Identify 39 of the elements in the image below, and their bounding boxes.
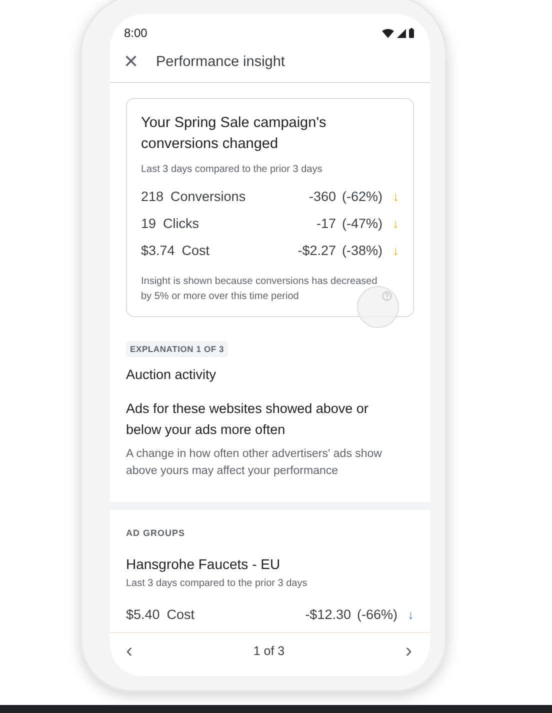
metric-change: -$2.27 <box>298 243 336 258</box>
down-arrow-icon: ↓ <box>392 243 399 258</box>
metric-label: Conversions <box>170 189 247 204</box>
metric-percent: (-47%) <box>342 216 382 231</box>
explanation-badge: EXPLANATION 1 OF 3 <box>126 341 228 357</box>
ad-group-subtitle: Last 3 days compared to the prior 3 days <box>126 578 308 589</box>
metric-value: $3.74 <box>141 243 175 258</box>
metric-change: -360 <box>308 189 336 204</box>
metric-percent: (-62%) <box>342 189 382 204</box>
metric-value: 19 <box>141 216 156 231</box>
wifi-icon <box>382 28 394 38</box>
metric-percent: (-66%) <box>356 607 398 622</box>
explanation-body: A change in how often other advertisers' ads show above yours may affect your performance <box>126 447 383 479</box>
metric-label: Cost <box>166 607 196 622</box>
explanation-heading: Ads for these websites showed above or below your ads more often <box>126 400 370 439</box>
down-arrow-icon: ↓ <box>408 607 414 622</box>
previous-button[interactable]: ‹ <box>126 642 133 660</box>
down-arrow-icon: ↓ <box>392 189 399 204</box>
metric-value: 218 <box>141 189 164 204</box>
metric-change: -17 <box>316 216 336 231</box>
metric-value: $5.40 <box>126 607 160 622</box>
card-subtitle: Last 3 days compared to the prior 3 days <box>141 164 324 175</box>
ad-group-name: Hansgrohe Faucets - EU <box>126 556 282 572</box>
signal-icon <box>397 28 406 38</box>
down-arrow-icon: ↓ <box>392 216 399 231</box>
explanation-title: Auction activity <box>126 367 218 382</box>
metric-percent: (-38%) <box>342 243 382 258</box>
close-button[interactable]: × <box>124 52 138 72</box>
section-label: AD GROUPS <box>126 528 186 538</box>
metric-label: Cost <box>182 243 211 258</box>
status-time: 8:00 <box>124 26 148 40</box>
insight-note: Insight is shown because conversions has decreased by 5% or more over this time period <box>141 275 378 304</box>
page-indicator: 1 of 3 <box>253 644 285 658</box>
metric-label: Clicks <box>163 216 200 231</box>
page-title: Performance insight <box>156 54 285 70</box>
metric-change: -$12.30 <box>305 607 351 622</box>
next-button[interactable]: › <box>405 642 412 660</box>
card-title: Your Spring Sale campaign's conversions changed <box>141 114 328 154</box>
battery-icon <box>409 28 414 38</box>
